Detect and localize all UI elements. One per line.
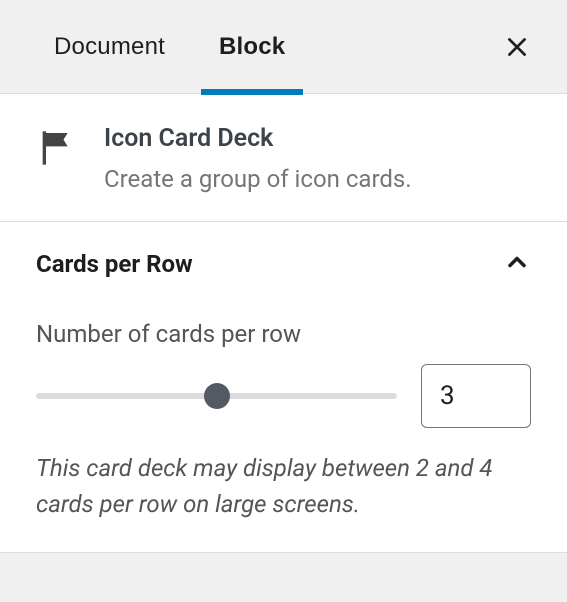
block-header: Icon Card Deck Create a group of icon ca… — [0, 94, 567, 222]
tab-document[interactable]: Document — [36, 0, 183, 94]
tab-block[interactable]: Block — [201, 0, 303, 94]
chevron-up-icon — [503, 248, 531, 280]
block-description: Create a group of icon cards. — [104, 165, 412, 193]
settings-tabs: Document Block — [0, 0, 567, 94]
field-label: Number of cards per row — [36, 320, 531, 348]
slider-track — [36, 393, 397, 399]
section-toggle[interactable]: Cards per Row — [36, 248, 531, 280]
close-settings-button[interactable] — [497, 27, 537, 67]
block-title: Icon Card Deck — [104, 124, 412, 153]
slider-row — [36, 364, 531, 428]
flag-icon — [36, 128, 76, 172]
cards-per-row-section: Cards per Row Number of cards per row Th… — [0, 222, 567, 553]
slider-knob[interactable] — [204, 383, 230, 409]
cards-per-row-input[interactable] — [421, 364, 531, 428]
section-title: Cards per Row — [36, 250, 193, 278]
block-settings-panel: Document Block Icon Card Deck Create a g… — [0, 0, 567, 553]
cards-per-row-slider[interactable] — [36, 381, 397, 411]
close-icon — [504, 34, 530, 60]
field-help-text: This card deck may display between 2 and… — [36, 450, 531, 522]
block-header-text: Icon Card Deck Create a group of icon ca… — [104, 124, 412, 193]
